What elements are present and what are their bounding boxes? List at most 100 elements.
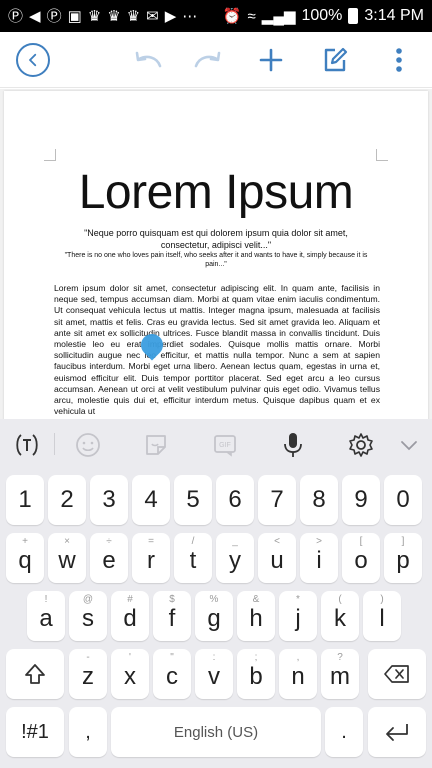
back-arrow-icon — [29, 53, 37, 67]
document-page[interactable]: Lorem Ipsum "Neque porro quisquam est qu… — [4, 91, 428, 419]
margin-corner-mark — [376, 149, 388, 161]
redo-icon — [194, 51, 221, 68]
gear-icon — [349, 433, 373, 457]
key-u[interactable]: < u — [258, 533, 296, 583]
keyboard-settings-button[interactable] — [346, 430, 376, 460]
comma-key[interactable]: , — [69, 707, 107, 757]
key-k[interactable]: (k — [321, 591, 359, 641]
key-j[interactable]: * j — [279, 591, 317, 641]
key-q[interactable]: + q — [6, 533, 44, 583]
toolbar-divider — [54, 433, 55, 455]
key-s[interactable]: @ s — [69, 591, 107, 641]
status-bar: Ⓟ ◀ Ⓟ ▣ ♛ ♛ ♛ ✉ ▶ ⋯ ⏰ ≈ ▂▄▆ 100% 3:14 PM — [0, 0, 432, 32]
chevron-down-icon — [401, 441, 417, 451]
emoji-button[interactable] — [73, 430, 103, 460]
key-h[interactable]: & h — [237, 591, 275, 641]
key-n[interactable]: ,n — [279, 649, 317, 699]
enter-key[interactable] — [368, 707, 426, 757]
key-3[interactable]: 3 — [90, 475, 128, 525]
emoji-icon — [76, 433, 100, 457]
key-r[interactable]: = r — [132, 533, 170, 583]
send-icon: ◀ — [29, 7, 41, 25]
key-w[interactable]: × w — [48, 533, 86, 583]
key-g[interactable]: % g — [195, 591, 233, 641]
plus-icon — [259, 48, 283, 72]
text-mode-button[interactable] — [12, 430, 42, 460]
edit-icon — [324, 47, 348, 72]
undo-button[interactable] — [130, 42, 166, 78]
edit-button[interactable] — [317, 42, 353, 78]
keyboard-toolbar: GIF — [0, 419, 432, 469]
add-button[interactable] — [253, 42, 289, 78]
more-vertical-icon — [396, 48, 402, 72]
document-viewport[interactable]: Lorem Ipsum "Neque porro quisquam est qu… — [0, 89, 432, 419]
back-button[interactable] — [16, 43, 50, 77]
text-mode-icon — [16, 434, 38, 456]
key-i[interactable]: > i — [300, 533, 338, 583]
key-7[interactable]: 7 — [258, 475, 296, 525]
key-c[interactable]: " c — [153, 649, 191, 699]
key-9[interactable]: 9 — [342, 475, 380, 525]
key-t[interactable]: / t — [174, 533, 212, 583]
key-l[interactable]: ) l — [363, 591, 401, 641]
key-z[interactable]: -z — [69, 649, 107, 699]
key-f[interactable]: $ f — [153, 591, 191, 641]
document-body-text[interactable]: Lorem ipsum dolor sit amet, consectetur … — [54, 283, 380, 417]
key-2[interactable]: 2 — [48, 475, 86, 525]
gif-icon: GIF — [214, 435, 236, 457]
key-y[interactable]: _ y — [216, 533, 254, 583]
clock: 3:14 PM — [364, 7, 424, 24]
key-8[interactable]: 8 — [300, 475, 338, 525]
undo-icon — [135, 51, 162, 68]
key-v[interactable]: :v — [195, 649, 233, 699]
key-o[interactable]: [o — [342, 533, 380, 583]
backspace-key[interactable] — [368, 649, 426, 699]
more-notifications-icon: ⋯ — [182, 7, 198, 25]
symbols-key[interactable]: !#1 — [6, 707, 64, 757]
key-5[interactable]: 5 — [174, 475, 212, 525]
key-0[interactable]: 0 — [384, 475, 422, 525]
voice-input-button[interactable] — [278, 430, 308, 460]
crown-icon: ♛ — [87, 7, 102, 25]
gif-button[interactable]: GIF — [210, 430, 240, 460]
more-options-button[interactable] — [381, 42, 417, 78]
document-title: Lorem Ipsum — [78, 166, 354, 219]
key-p[interactable]: ] p — [384, 533, 422, 583]
period-key[interactable]: . — [325, 707, 363, 757]
key-4[interactable]: 4 — [132, 475, 170, 525]
notification-icons: Ⓟ ◀ Ⓟ ▣ ♛ ♛ ♛ ✉ ▶ ⋯ — [8, 9, 197, 24]
youtube-icon: ▶ — [164, 7, 177, 25]
key-m[interactable]: ? m — [321, 649, 359, 699]
key-1[interactable]: 1 — [6, 475, 44, 525]
sticker-button[interactable] — [141, 430, 171, 460]
sticker-icon — [146, 435, 166, 455]
shift-icon — [25, 664, 45, 684]
crown-icon: ♛ — [107, 7, 121, 25]
backspace-icon — [384, 665, 409, 683]
key-d[interactable]: # d — [111, 591, 149, 641]
key-e[interactable]: ÷ e — [90, 533, 128, 583]
battery-icon — [348, 8, 359, 24]
document-quote-translation: "There is no one who loves pain itself, … — [64, 252, 368, 268]
microphone-icon — [284, 433, 302, 457]
collapse-toolbar-button[interactable] — [394, 430, 424, 460]
enter-icon — [386, 724, 408, 741]
shift-key[interactable] — [6, 649, 64, 699]
key-b[interactable]: ; b — [237, 649, 275, 699]
app-toolbar — [0, 32, 432, 88]
key-a[interactable]: ! a — [27, 591, 65, 641]
key-x[interactable]: ' x — [111, 649, 149, 699]
wifi-icon: ≈ — [247, 7, 256, 25]
key-6[interactable]: 6 — [216, 475, 254, 525]
mail-icon: ✉ — [146, 7, 159, 25]
pinterest-icon: Ⓟ — [46, 7, 62, 25]
pinterest-icon: Ⓟ — [8, 7, 24, 25]
signal-icon: ▂▄▆ — [261, 7, 296, 25]
redo-button[interactable] — [190, 42, 226, 78]
soft-keyboard: GIF 1 2 3 4 5 6 7 8 9 0 + q × w ÷ e = r … — [0, 419, 432, 768]
space-key[interactable]: English (US) — [111, 707, 321, 757]
document-quote: "Neque porro quisquam est qui dolorem ip… — [84, 228, 348, 250]
margin-corner-mark — [44, 149, 56, 161]
linkedin-icon: ▣ — [67, 7, 82, 25]
battery-percent: 100% — [301, 7, 343, 24]
